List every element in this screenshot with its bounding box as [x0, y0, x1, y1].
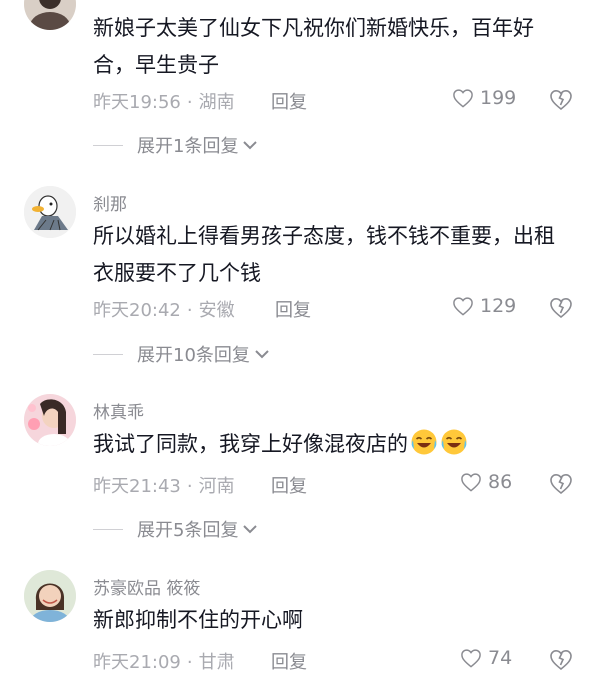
heart-icon	[461, 473, 481, 492]
laughing-crying-emoji-icon	[411, 429, 437, 455]
avatar[interactable]	[24, 570, 76, 622]
chevron-down-icon	[243, 525, 258, 534]
comment-text: 新郎抑制不住的开心啊	[93, 608, 303, 632]
separator: ·	[186, 476, 193, 497]
comment-location: 甘肃	[198, 652, 235, 673]
comment-time: 昨天21:43	[93, 476, 181, 497]
like-count: 199	[480, 87, 517, 109]
comment-location: 湖南	[198, 92, 235, 113]
divider-line	[93, 144, 123, 146]
username[interactable]: 苏豪欧品 筱筱	[93, 574, 200, 599]
like-button[interactable]: 129	[452, 295, 516, 317]
comment-location: 安徽	[198, 300, 235, 321]
reply-button[interactable]: 回复	[275, 296, 311, 322]
username[interactable]: 刹那	[93, 190, 127, 215]
separator: ·	[186, 652, 193, 673]
divider-line	[93, 353, 123, 355]
expand-replies-button[interactable]: 展开10条回复	[93, 341, 270, 367]
like-button[interactable]: 199	[452, 87, 516, 109]
expand-replies-button[interactable]: 展开1条回复	[93, 132, 258, 158]
expand-label: 展开1条回复	[137, 136, 239, 157]
avatar[interactable]	[24, 186, 76, 238]
avatar[interactable]	[24, 394, 76, 446]
dislike-icon[interactable]	[548, 646, 574, 672]
separator: ·	[186, 92, 193, 113]
reply-button[interactable]: 回复	[271, 472, 307, 498]
comment-time: 昨天20:42	[93, 300, 181, 321]
like-count: 129	[480, 295, 517, 317]
comment-meta: 昨天19:56 · 湖南	[93, 88, 235, 114]
comment-meta: 昨天20:42 · 安徽	[93, 296, 235, 322]
dislike-icon[interactable]	[548, 86, 574, 112]
chevron-down-icon	[255, 350, 269, 359]
reply-button[interactable]: 回复	[271, 88, 307, 114]
expand-label: 展开5条回复	[137, 520, 239, 541]
comment-text: 新娘子太美了仙女下凡祝你们新婚快乐，百年好合，早生贵子	[93, 16, 534, 77]
comment-text: 所以婚礼上得看男孩子态度，钱不钱不重要，出租衣服要不了几个钱	[93, 224, 555, 285]
heart-icon	[453, 297, 473, 316]
dislike-icon[interactable]	[548, 470, 574, 496]
comment-time: 昨天19:56	[93, 92, 181, 113]
divider-line	[93, 528, 123, 530]
comment-location: 河南	[198, 476, 235, 497]
comment-meta: 昨天21:09 · 甘肃	[93, 648, 235, 674]
avatar[interactable]	[24, 0, 76, 30]
comment-text-content: 我试了同款，我穿上好像混夜店的	[93, 432, 408, 456]
chevron-down-icon	[243, 141, 258, 150]
like-button[interactable]: 86	[460, 471, 512, 493]
like-count: 74	[488, 647, 513, 669]
like-count: 86	[488, 471, 513, 493]
separator: ·	[186, 300, 193, 321]
laughing-crying-emoji-icon	[441, 429, 467, 455]
heart-icon	[461, 649, 481, 668]
comment-time: 昨天21:09	[93, 652, 181, 673]
comment-meta: 昨天21:43 · 河南	[93, 472, 235, 498]
expand-replies-button[interactable]: 展开5条回复	[93, 516, 258, 542]
username[interactable]: 林真乖	[93, 398, 144, 423]
dislike-icon[interactable]	[548, 294, 574, 320]
reply-button[interactable]: 回复	[271, 648, 307, 674]
heart-icon	[453, 89, 473, 108]
comment-text: 我试了同款，我穿上好像混夜店的	[93, 426, 573, 463]
expand-label: 展开10条回复	[137, 345, 250, 366]
like-button[interactable]: 74	[460, 647, 512, 669]
